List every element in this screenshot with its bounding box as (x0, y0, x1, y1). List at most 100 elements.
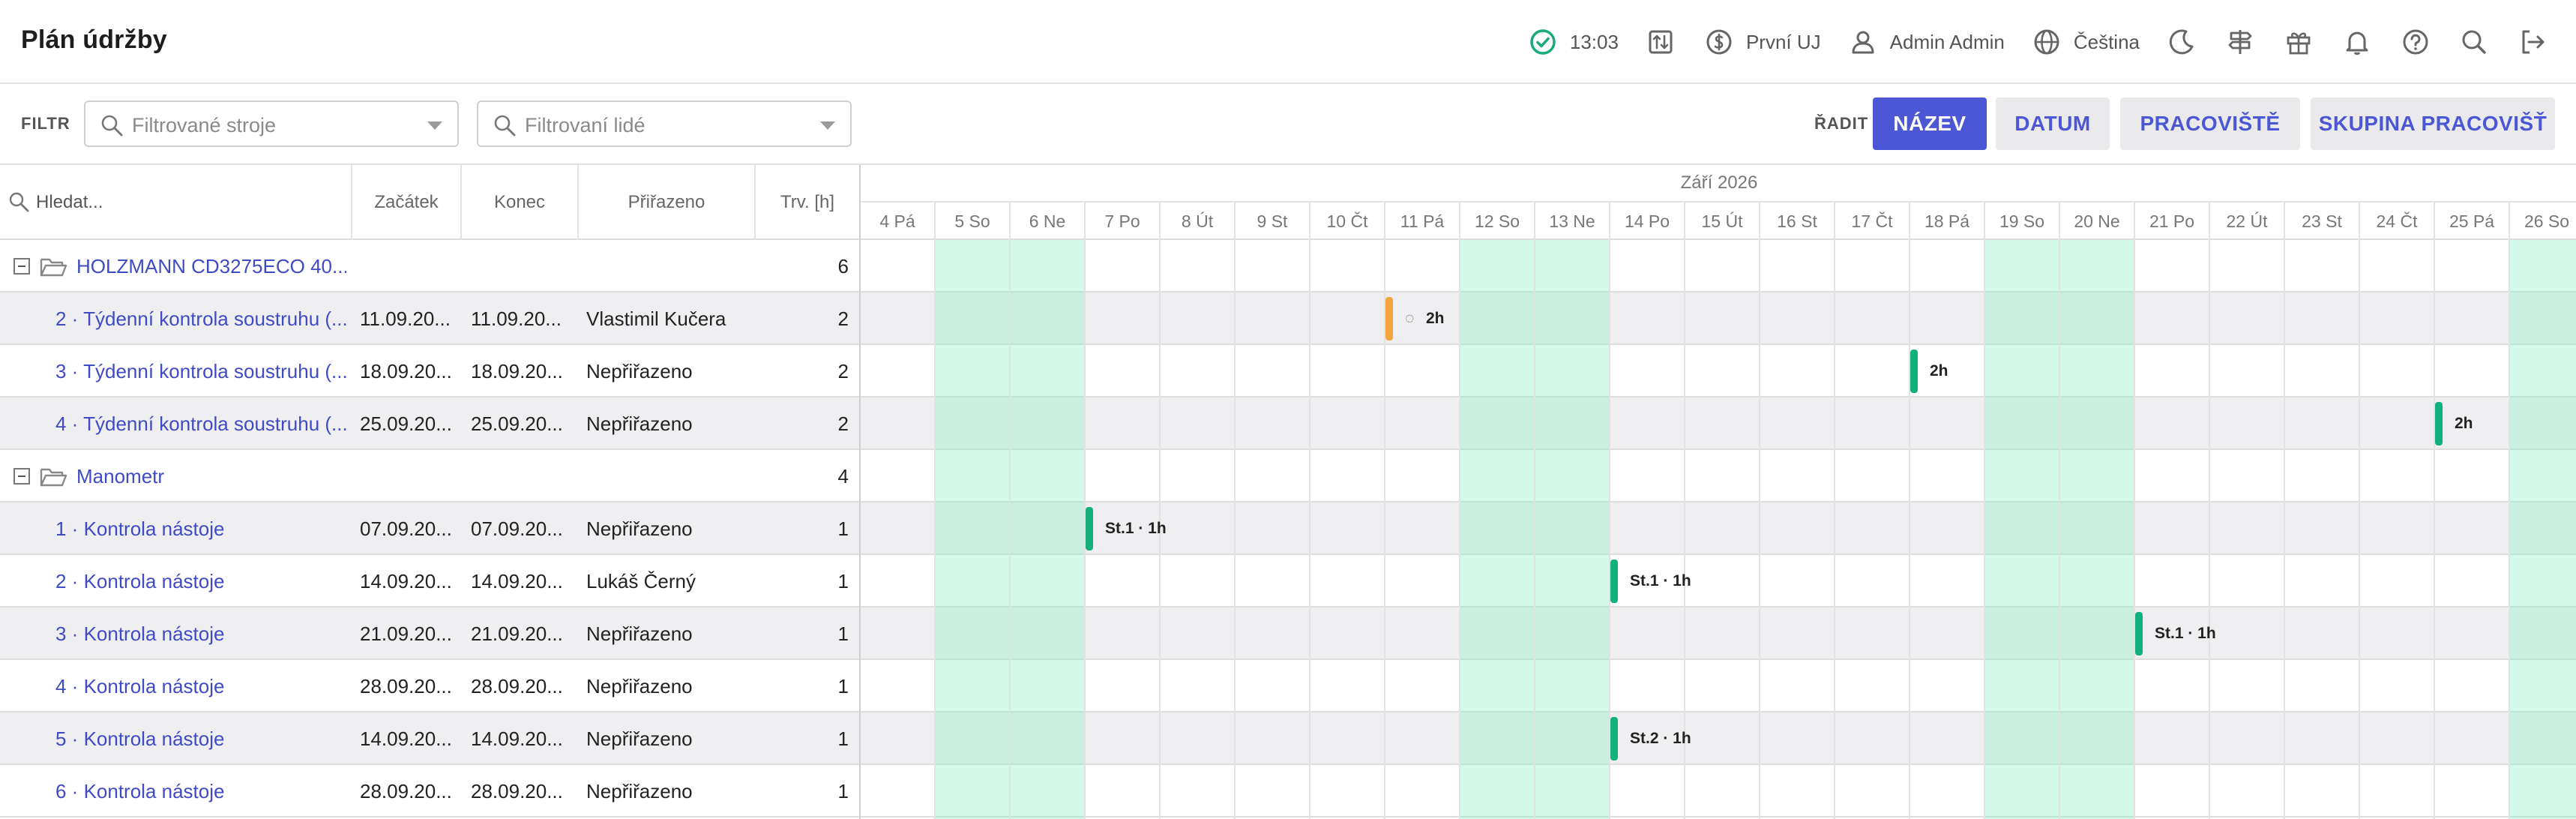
task-assignee: Nepřiřazeno (586, 622, 693, 645)
task-name[interactable]: 4 · Kontrola nástoje (55, 660, 349, 712)
weekend-column (2510, 240, 2576, 819)
timeline-row[interactable] (861, 450, 2576, 502)
timeline-day-header: 23 St (2285, 202, 2360, 240)
task-bar[interactable] (1610, 717, 1618, 760)
task-bar[interactable] (1086, 507, 1093, 550)
header-toolbar: 13:03 První UJ Admin Admin Čeština (1501, 21, 2549, 63)
timeline-row[interactable] (861, 608, 2576, 660)
task-start: 14.09.20... (360, 569, 452, 592)
search-icon (2458, 26, 2491, 58)
task-bar[interactable] (1610, 560, 1618, 603)
people-filter-select[interactable]: Filtrovaní lidé (477, 100, 852, 147)
gift-button[interactable] (2282, 26, 2315, 58)
group-name[interactable]: Manometr (76, 450, 346, 502)
day-gridline (2209, 240, 2210, 819)
task-assignee: Lukáš Černý (586, 569, 696, 592)
timeline-body[interactable]: ◌ 2h 2h 2h St.1 · 1h St.1 · 1h St.1 · 1h St.2 ·… (861, 240, 2576, 819)
task-bar[interactable] (1385, 297, 1393, 340)
timeline-row[interactable] (861, 345, 2576, 398)
roadmap-button[interactable] (2224, 26, 2257, 58)
task-duration: 1 (837, 517, 849, 540)
column-header-assigned[interactable]: Přiřazeno (579, 165, 756, 240)
dark-mode-toggle[interactable] (2165, 26, 2198, 58)
chevron-down-icon (820, 122, 835, 130)
task-bar[interactable] (2135, 612, 2143, 656)
timeline-day-header: 14 Po (1610, 202, 1685, 240)
sort-by-date-button[interactable]: DATUM (1996, 98, 2110, 150)
timeline-day-header: 15 Út (1685, 202, 1760, 240)
timeline-day-header: 22 Út (2210, 202, 2285, 240)
table-row[interactable]: 3 · Kontrola nástoje 21.09.20... 21.09.2… (0, 608, 859, 660)
collapse-toggle-icon[interactable] (13, 468, 30, 484)
folder-open-icon (40, 468, 67, 487)
notifications-button[interactable] (2341, 26, 2374, 58)
task-assignee: Nepřiřazeno (586, 359, 693, 382)
sort-by-workplace-button[interactable]: PRACOVIŠTĚ (2120, 98, 2300, 150)
logout-button[interactable] (2516, 26, 2549, 58)
day-gridline (1009, 240, 1011, 819)
task-end: 11.09.20... (471, 307, 562, 330)
timeline-day-header: 13 Ne (1535, 202, 1610, 240)
group-name[interactable]: HOLZMANN CD3275ECO 40... (76, 240, 346, 292)
timeline-row[interactable] (861, 660, 2576, 712)
machines-filter-select[interactable]: Filtrované stroje (84, 100, 459, 147)
table-row[interactable]: 3 · Týdenní kontrola soustruhu (... 18.0… (0, 345, 859, 398)
column-header-end[interactable]: Konec (462, 165, 579, 240)
table-row[interactable]: 6 · Kontrola nástoje 28.09.20... 28.09.2… (0, 765, 859, 818)
gantt-timeline[interactable]: Září 2026 4 Pá 5 So 6 Ne 7 Po 8 Út 9 St 10 Čt 1… (859, 165, 2576, 819)
timeline-row[interactable] (861, 712, 2576, 765)
table-row[interactable]: 2 · Týdenní kontrola soustruhu (... 11.0… (0, 292, 859, 345)
group-duration: 4 (837, 464, 849, 488)
column-header-start[interactable]: Začátek (352, 165, 462, 240)
timeline-row[interactable] (861, 240, 2576, 292)
task-name[interactable]: 3 · Kontrola nástoje (55, 608, 349, 660)
help-button[interactable] (2399, 26, 2432, 58)
swap-button[interactable] (1644, 26, 1677, 58)
collapse-toggle-icon[interactable] (13, 258, 30, 274)
task-end: 18.09.20... (471, 359, 563, 382)
task-bar[interactable] (2435, 402, 2443, 446)
task-duration: 1 (837, 779, 849, 802)
task-name[interactable]: 5 · Kontrola nástoje (55, 712, 349, 765)
signpost-icon (2224, 26, 2257, 58)
task-name[interactable]: 4 · Týdenní kontrola soustruhu (... (55, 398, 349, 450)
column-header-duration[interactable]: Trv. [h] (756, 165, 859, 240)
timeline-row[interactable] (861, 555, 2576, 608)
timeline-day-header: 8 Út (1161, 202, 1236, 240)
people-filter-placeholder: Filtrovaní lidé (525, 114, 645, 136)
grid-search-cell[interactable]: Hledat... (0, 165, 352, 240)
table-row[interactable]: 4 · Týdenní kontrola soustruhu (... 25.0… (0, 398, 859, 450)
timeline-day-header: 5 So (936, 202, 1011, 240)
sort-by-name-button[interactable]: NÁZEV (1873, 98, 1987, 150)
group-row[interactable]: Manometr 4 (0, 450, 859, 502)
unit-selector[interactable]: První UJ (1703, 26, 1821, 58)
task-bar-label: 2h (1426, 310, 1445, 327)
task-name[interactable]: 2 · Týdenní kontrola soustruhu (... (55, 292, 349, 345)
task-name[interactable]: 2 · Kontrola nástoje (55, 555, 349, 608)
task-name[interactable]: 1 · Kontrola nástoje (55, 502, 349, 555)
table-row[interactable]: 5 · Kontrola nástoje 14.09.20... 14.09.2… (0, 712, 859, 765)
user-menu[interactable]: Admin Admin (1847, 26, 2005, 58)
timeline-row[interactable] (861, 765, 2576, 818)
timeline-row[interactable] (861, 292, 2576, 345)
table-row[interactable]: 2 · Kontrola nástoje 14.09.20... 14.09.2… (0, 555, 859, 608)
task-end: 14.09.20... (471, 569, 563, 592)
task-start: 18.09.20... (360, 359, 452, 382)
group-row[interactable]: HOLZMANN CD3275ECO 40... 6 (0, 240, 859, 292)
table-row[interactable]: 4 · Kontrola nástoje 28.09.20... 28.09.2… (0, 660, 859, 712)
task-duration: 2 (837, 412, 849, 435)
timeline-day-header: 11 Pá (1385, 202, 1460, 240)
weekend-column (1011, 240, 1086, 819)
timeline-day-headers: 4 Pá 5 So 6 Ne 7 Po 8 Út 9 St 10 Čt 11 Pá 12 So 1… (861, 202, 2576, 240)
sync-status[interactable]: 13:03 (1526, 26, 1619, 58)
task-bar[interactable] (1910, 350, 1918, 393)
task-name[interactable]: 6 · Kontrola nástoje (55, 765, 349, 818)
sort-by-workplace-group-button[interactable]: SKUPINA PRACOVIŠŤ (2311, 98, 2555, 150)
timeline-day-header: 19 So (1985, 202, 2060, 240)
task-bar-label: St.1 · 1h (1105, 520, 1167, 537)
language-selector[interactable]: Čeština (2030, 26, 2140, 58)
task-name[interactable]: 3 · Týdenní kontrola soustruhu (... (55, 345, 349, 398)
global-search-button[interactable] (2458, 26, 2491, 58)
timeline-row[interactable] (861, 398, 2576, 450)
table-row[interactable]: 1 · Kontrola nástoje 07.09.20... 07.09.2… (0, 502, 859, 555)
